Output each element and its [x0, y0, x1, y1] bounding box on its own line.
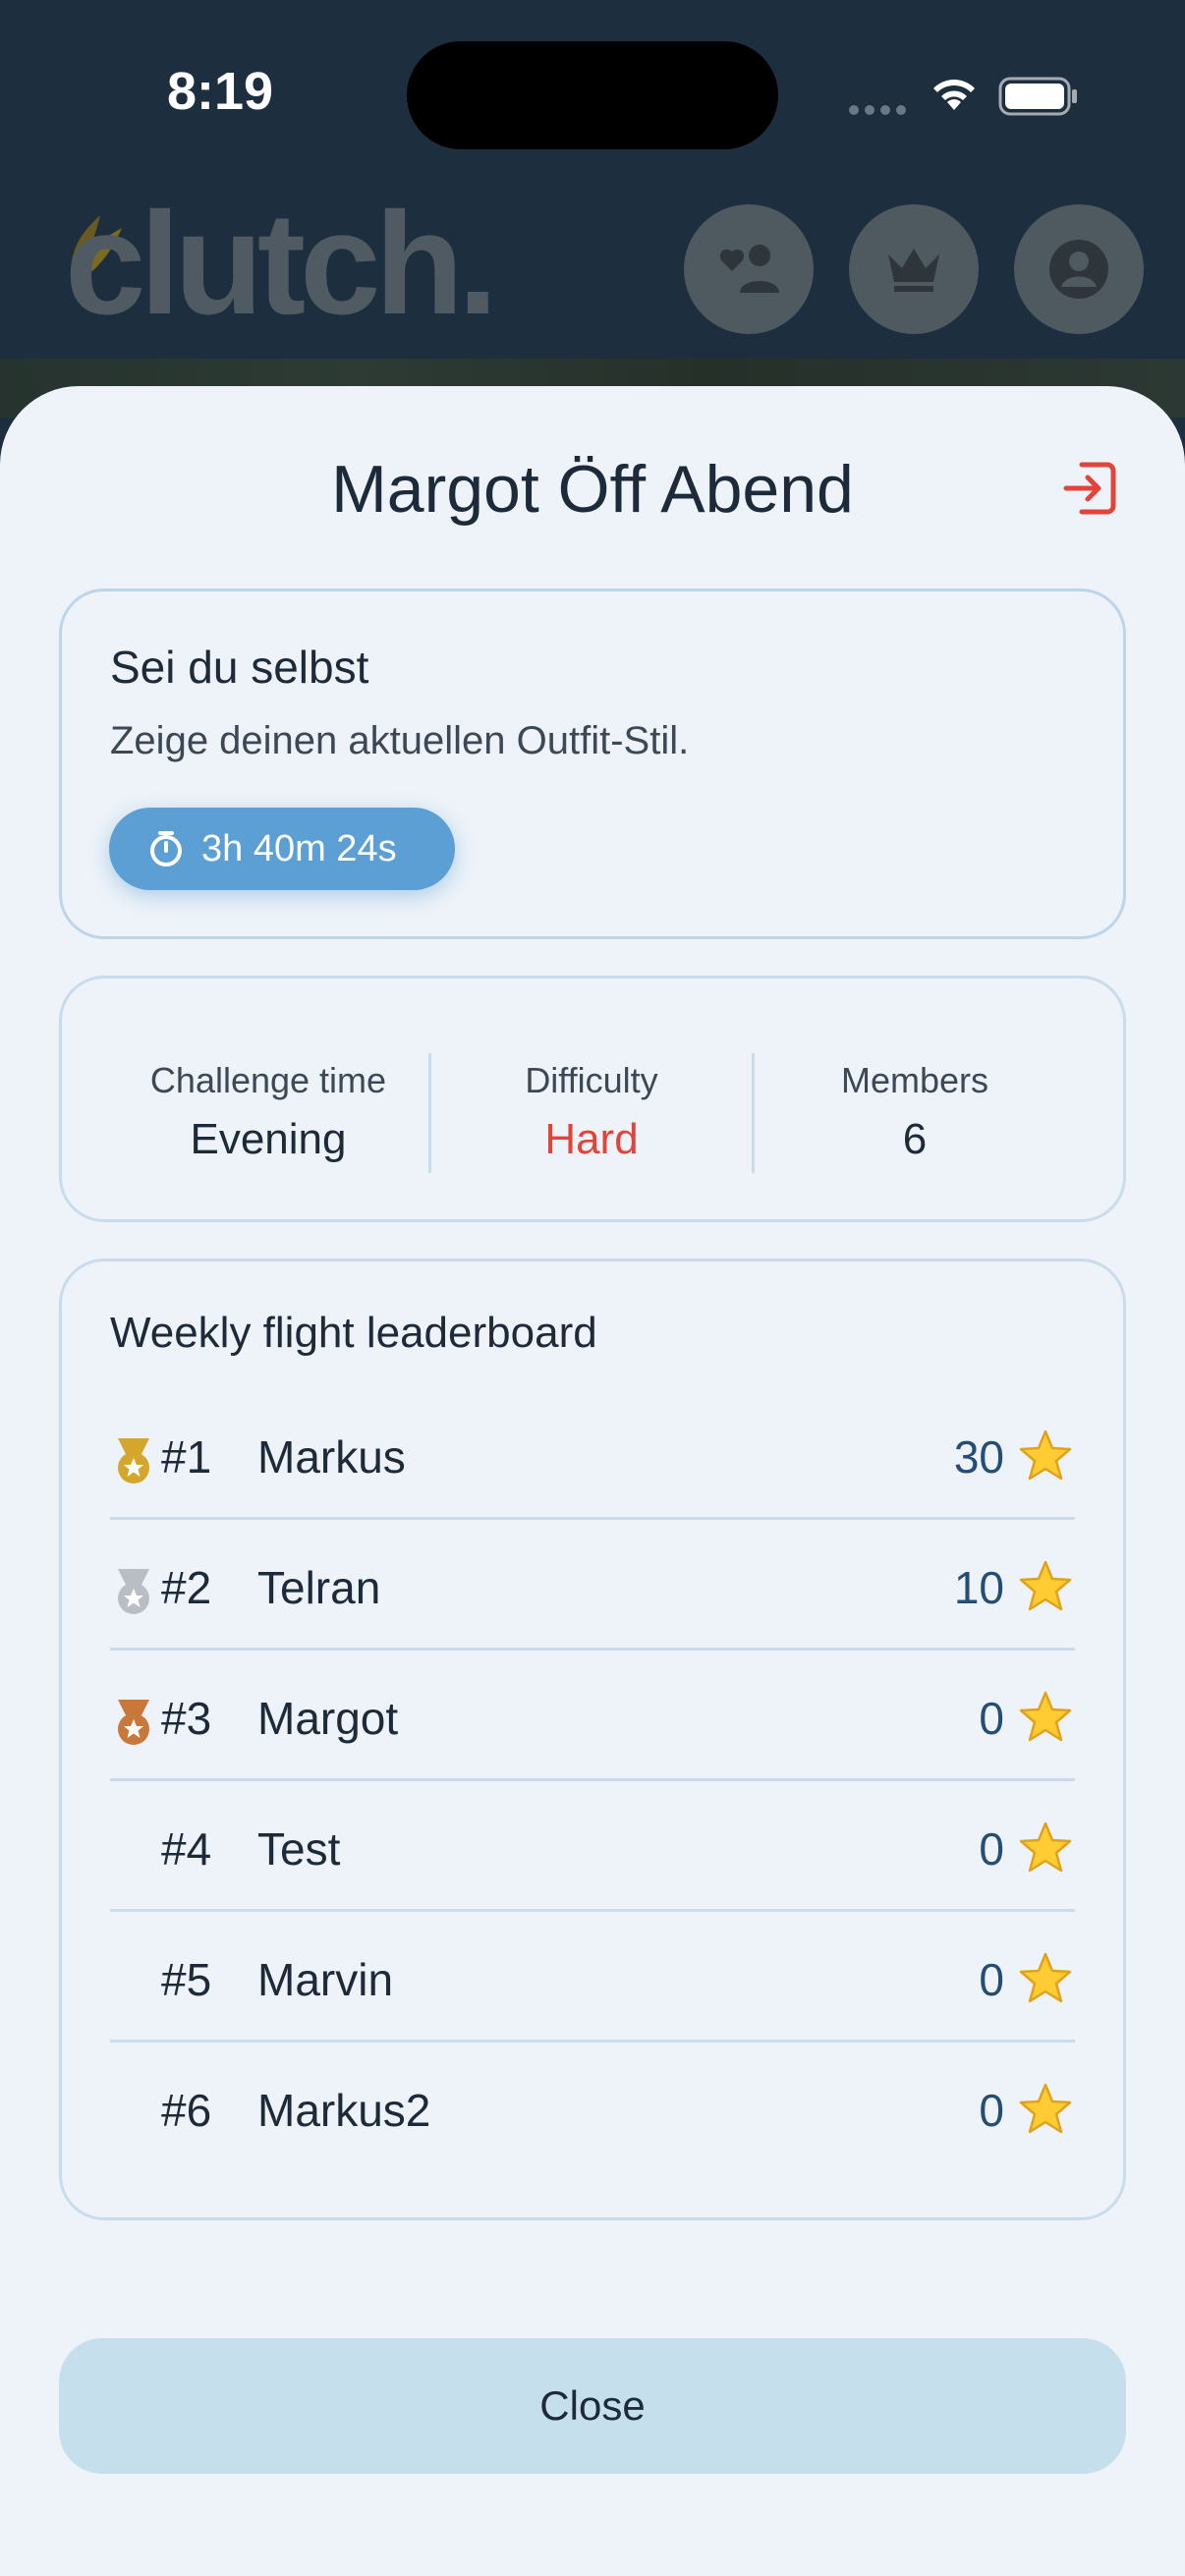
player-name: Markus	[257, 1431, 406, 1483]
sheet-title: Margot Öff Abend	[331, 452, 854, 527]
star-icon	[1019, 1560, 1072, 1611]
profile-button[interactable]	[1014, 204, 1144, 334]
leaderboard-row: #2 Telran 10	[110, 1520, 1075, 1651]
leaderboard-row: #4 Test 0	[110, 1781, 1075, 1912]
status-bar: 8:19	[0, 0, 1185, 187]
leaderboard-row: #5 Marvin 0	[110, 1912, 1075, 2043]
stopwatch-icon	[150, 831, 182, 867]
player-score: 30	[953, 1431, 1004, 1483]
stat-value: Evening	[190, 1115, 347, 1163]
star-icon	[1019, 1429, 1072, 1481]
leaderboard-row: #1 Markus 30	[110, 1389, 1075, 1520]
star-icon	[1019, 1691, 1072, 1742]
player-name: Margot	[257, 1693, 399, 1744]
rank: #3	[161, 1693, 212, 1744]
timer-text: 3h 40m 24s	[201, 827, 397, 869]
profile-icon	[1049, 240, 1108, 299]
player-name: Marvin	[257, 1954, 394, 2005]
friends-icon	[719, 245, 779, 293]
player-score: 0	[979, 1693, 1004, 1744]
star-icon	[1019, 2083, 1072, 2134]
leaderboard-row: #6 Markus2 0	[110, 2043, 1075, 2173]
cellular-signal-icon	[849, 102, 912, 120]
gold-medal-icon	[118, 1438, 149, 1484]
rank: #2	[161, 1562, 212, 1613]
leaderboard-row: #3 Margot 0	[110, 1651, 1075, 1781]
friends-button[interactable]	[684, 204, 814, 334]
stat-value: Hard	[544, 1115, 639, 1163]
challenge-title: Sei du selbst	[110, 642, 369, 693]
leave-group-button[interactable]	[1057, 456, 1122, 521]
player-score: 0	[979, 1823, 1004, 1875]
player-name: Test	[257, 1823, 341, 1875]
dynamic-island	[407, 41, 778, 149]
star-icon	[1019, 1821, 1072, 1873]
app-logo: clutch.	[65, 183, 498, 345]
exit-icon	[1063, 462, 1116, 515]
stat-label: Difficulty	[525, 1060, 658, 1100]
wifi-icon	[933, 80, 975, 110]
close-button[interactable]: Close	[59, 2338, 1126, 2474]
countdown-timer: 3h 40m 24s	[109, 808, 455, 890]
star-icon	[1019, 1952, 1072, 2003]
stat-difficulty: Difficulty Hard	[429, 1059, 754, 1171]
rank: #5	[161, 1954, 212, 2005]
crown-icon	[888, 249, 939, 292]
player-name: Markus2	[257, 2085, 431, 2136]
player-score: 0	[979, 1954, 1004, 2005]
silver-medal-icon	[118, 1569, 149, 1614]
rank: #6	[161, 2085, 212, 2136]
crown-button[interactable]	[849, 204, 979, 334]
leaderboard-title: Weekly flight leaderboard	[110, 1309, 597, 1357]
player-score: 10	[953, 1562, 1004, 1613]
stat-value: 6	[902, 1115, 928, 1163]
stat-members: Members 6	[753, 1059, 1077, 1171]
status-time: 8:19	[167, 62, 274, 121]
bronze-medal-icon	[118, 1700, 149, 1745]
challenge-description: Zeige deinen aktuellen Outfit-Stil.	[110, 719, 690, 762]
battery-icon	[998, 77, 1077, 116]
rank: #1	[161, 1431, 212, 1483]
rank: #4	[161, 1823, 212, 1875]
stat-label: Members	[840, 1060, 989, 1100]
player-score: 0	[979, 2085, 1004, 2136]
stat-challenge-time: Challenge time Evening	[106, 1059, 430, 1171]
player-name: Telran	[257, 1562, 381, 1613]
stat-label: Challenge time	[149, 1060, 387, 1100]
